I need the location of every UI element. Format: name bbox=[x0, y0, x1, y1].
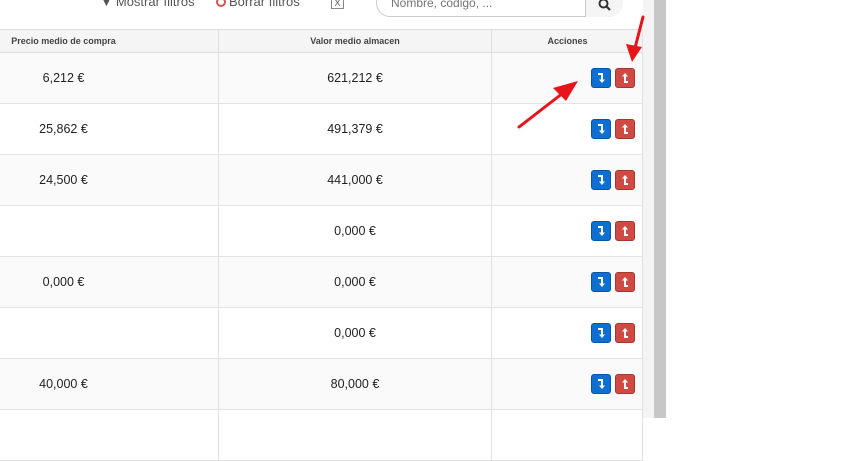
arrow-up-icon bbox=[622, 226, 628, 236]
arrow-up-icon bbox=[622, 277, 628, 287]
table-row: 0,000 € 0,000 € bbox=[0, 257, 643, 308]
stock-in-button[interactable] bbox=[591, 323, 611, 343]
scrollbar-track[interactable] bbox=[643, 0, 654, 418]
stock-in-button[interactable] bbox=[591, 221, 611, 241]
arrow-up-icon bbox=[622, 328, 628, 338]
clear-filters-link[interactable]: Borrar filtros bbox=[216, 0, 300, 9]
magnifier-icon bbox=[598, 0, 611, 11]
arrow-down-right-icon bbox=[598, 124, 605, 134]
export-excel-button[interactable]: X bbox=[331, 0, 344, 9]
table-row: 25,862 € 491,379 € bbox=[0, 104, 643, 155]
header-avg-purchase-price[interactable]: Precio medio de compra bbox=[0, 30, 127, 53]
avg-stock-value: 0,000 € bbox=[334, 326, 376, 340]
avg-stock-value: 0,000 € bbox=[334, 275, 376, 289]
avg-stock-value: 80,000 € bbox=[330, 377, 380, 391]
arrow-down-right-icon bbox=[598, 226, 605, 236]
row-actions bbox=[591, 170, 635, 190]
table-header: Precio medio de compra Valor medio almac… bbox=[0, 29, 643, 53]
row-actions bbox=[591, 68, 635, 88]
row-actions bbox=[591, 323, 635, 343]
row-actions bbox=[591, 272, 635, 292]
stock-in-button[interactable] bbox=[591, 374, 611, 394]
avg-purchase-price: 0,000 € bbox=[42, 275, 85, 289]
stock-out-button[interactable] bbox=[615, 68, 635, 88]
avg-stock-value: 491,379 € bbox=[327, 122, 383, 136]
stock-out-button[interactable] bbox=[615, 221, 635, 241]
stock-out-button[interactable] bbox=[615, 119, 635, 139]
avg-purchase-price: 24,500 € bbox=[39, 173, 88, 187]
arrow-down-right-icon bbox=[598, 175, 605, 185]
avg-purchase-price: 6,212 € bbox=[42, 71, 85, 85]
no-entry-icon bbox=[216, 0, 226, 7]
stock-in-button[interactable] bbox=[591, 68, 611, 88]
header-actions: Acciones bbox=[547, 36, 588, 46]
avg-stock-value: 621,212 € bbox=[327, 71, 383, 85]
stock-in-button[interactable] bbox=[591, 272, 611, 292]
search-input[interactable] bbox=[389, 0, 583, 14]
table-row: 40,000 € 80,000 € bbox=[0, 359, 643, 410]
row-actions bbox=[591, 221, 635, 241]
avg-purchase-price bbox=[0, 308, 127, 358]
stock-out-button[interactable] bbox=[615, 170, 635, 190]
arrow-down-right-icon bbox=[598, 328, 605, 338]
table-row: 24,500 € 441,000 € bbox=[0, 155, 643, 206]
avg-stock-value: 0,000 € bbox=[334, 224, 376, 238]
stock-in-button[interactable] bbox=[591, 170, 611, 190]
funnel-icon: ▼ bbox=[100, 0, 113, 9]
stock-out-button[interactable] bbox=[615, 323, 635, 343]
avg-purchase-price: 25,862 € bbox=[39, 122, 88, 136]
header-avg-stock-value[interactable]: Valor medio almacen bbox=[219, 30, 491, 53]
avg-purchase-price: 40,000 € bbox=[39, 377, 88, 391]
show-filters-link[interactable]: ▼ Mostrar filtros bbox=[100, 0, 195, 9]
row-actions bbox=[591, 374, 635, 394]
arrow-down-right-icon bbox=[598, 277, 605, 287]
stock-out-button[interactable] bbox=[615, 272, 635, 292]
avg-stock-value: 441,000 € bbox=[327, 173, 383, 187]
stock-in-button[interactable] bbox=[591, 119, 611, 139]
products-table: Precio medio de compra Valor medio almac… bbox=[0, 29, 643, 461]
clear-filters-label: Borrar filtros bbox=[229, 0, 300, 9]
search-box bbox=[376, 0, 623, 17]
product-list-panel: ▼Mostrar filtros Borrar filtros X Precio… bbox=[0, 0, 643, 461]
row-actions bbox=[591, 119, 635, 139]
table-row: 0,000 € bbox=[0, 206, 643, 257]
table-row: 0,000 € bbox=[0, 308, 643, 359]
excel-icon: X bbox=[334, 0, 341, 8]
arrow-up-icon bbox=[622, 124, 628, 134]
table-row: 6,212 € 621,212 € bbox=[0, 53, 643, 104]
arrow-up-icon bbox=[622, 379, 628, 389]
arrow-up-icon bbox=[622, 175, 628, 185]
avg-purchase-price bbox=[0, 206, 127, 256]
scrollbar-thumb[interactable] bbox=[654, 0, 666, 418]
arrow-down-right-icon bbox=[598, 73, 605, 83]
arrow-down-right-icon bbox=[598, 379, 605, 389]
arrow-up-icon bbox=[622, 73, 628, 83]
stock-out-button[interactable] bbox=[615, 374, 635, 394]
show-filters-label: Mostrar filtros bbox=[115, 0, 195, 9]
